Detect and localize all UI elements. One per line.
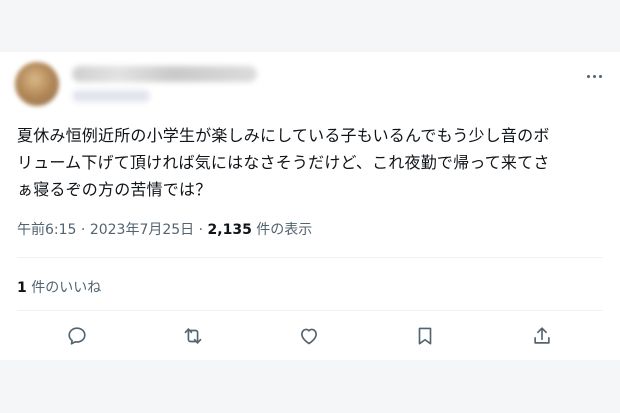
heart-icon — [301, 328, 317, 345]
likes-summary[interactable]: 1 件のいいね — [17, 277, 101, 297]
divider-top — [17, 257, 603, 258]
like-button[interactable] — [298, 325, 320, 347]
tweet-metadata: 午前6:15 · 2023年7月25日 · 2,135 件の表示 — [17, 219, 312, 239]
tweet-time[interactable]: 午前6:15 — [17, 222, 76, 238]
retweet-button[interactable] — [182, 325, 204, 347]
likes-count: 1 — [17, 280, 27, 296]
meta-separator-1: · — [80, 222, 86, 238]
reply-icon — [68, 327, 86, 345]
reply-button[interactable] — [66, 325, 88, 347]
more-options-icon[interactable] — [582, 66, 606, 86]
tweet-text-line-3: ぁ寝るぞの方の苦情では？ — [17, 180, 212, 199]
display-name-redacted[interactable] — [72, 66, 257, 82]
views-count: 2,135 — [207, 222, 252, 238]
retweet-icon — [184, 328, 202, 344]
share-icon — [534, 327, 550, 344]
bookmark-icon — [418, 327, 432, 345]
bookmark-button[interactable] — [414, 325, 436, 347]
bottom-background-band — [0, 360, 620, 413]
top-background-band — [0, 0, 620, 52]
tweet-text: 夏休み恒例近所の小学生が楽しみにしている子もいるんでもう少し音のボ リューム下げ… — [17, 122, 607, 203]
share-button[interactable] — [531, 325, 553, 347]
avatar[interactable] — [15, 62, 59, 106]
tweet-text-line-1: 夏休み恒例近所の小学生が楽しみにしている子もいるんでもう少し音のボ — [17, 126, 550, 145]
divider-bottom — [17, 310, 603, 311]
tweet-date[interactable]: 2023年7月25日 — [90, 222, 194, 238]
meta-separator-2: · — [198, 222, 204, 238]
username-redacted[interactable] — [72, 90, 150, 102]
views-label: 件の表示 — [256, 222, 313, 238]
likes-label: 件のいいね — [31, 280, 102, 296]
tweet-text-line-2: リューム下げて頂ければ気にはなさそうだけど、これ夜勤で帰って来てさ — [17, 153, 550, 172]
